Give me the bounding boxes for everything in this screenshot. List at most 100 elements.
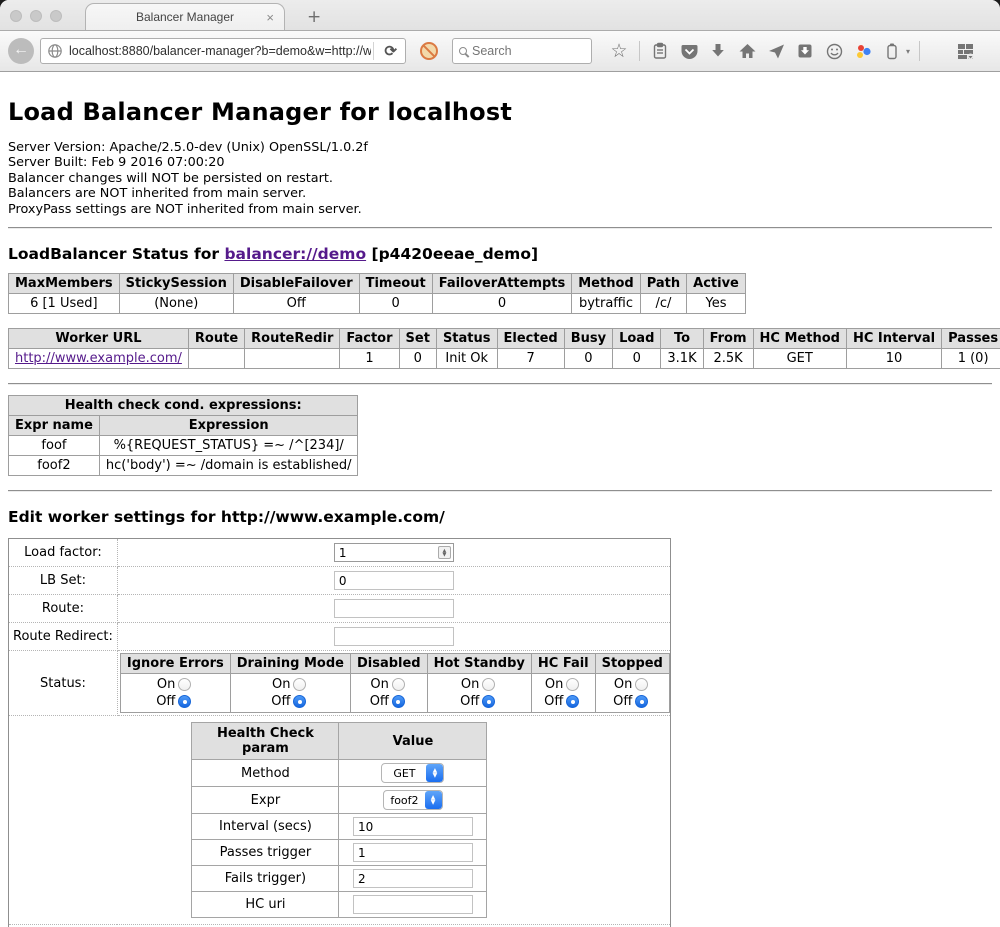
- persist-note-line: Balancer changes will NOT be persisted o…: [8, 171, 992, 186]
- new-tab-button[interactable]: +: [301, 7, 327, 30]
- bookmark-star-icon[interactable]: ☆: [608, 40, 630, 62]
- draining-mode-off-radio[interactable]: [293, 695, 306, 708]
- stopped-on-radio[interactable]: [635, 678, 648, 691]
- col-value: Value: [339, 723, 487, 760]
- browser-window: Balancer Manager × + ← ⟳ ☆: [0, 0, 1000, 927]
- divider: [8, 383, 992, 385]
- pocket-icon[interactable]: [678, 40, 700, 62]
- interval-input[interactable]: [353, 817, 473, 836]
- col-disablefailover: DisableFailover: [233, 274, 359, 294]
- url-input[interactable]: [69, 44, 371, 58]
- url-bar[interactable]: ⟳: [40, 38, 406, 64]
- page-content: Load Balancer Manager for localhost Serv…: [0, 72, 1000, 927]
- health-check-param-table: Health Check param Value Method GET ▲▼: [191, 722, 487, 918]
- col-method: Method: [572, 274, 640, 294]
- tab-title: Balancer Manager: [136, 10, 234, 24]
- ignore-errors-on-radio[interactable]: [178, 678, 191, 691]
- inherit-note-line: Balancers are NOT inherited from main se…: [8, 186, 992, 201]
- reload-button[interactable]: ⟳: [376, 42, 405, 60]
- form-row-route: Route:: [9, 595, 671, 623]
- search-bar[interactable]: [452, 38, 592, 64]
- worker-row: http://www.example.com/ 1 0 Init Ok 7 0 …: [9, 349, 1000, 369]
- minimize-window-button[interactable]: [30, 10, 42, 22]
- passes-trigger-label: Passes trigger: [192, 840, 339, 866]
- hc-fail-on-radio[interactable]: [566, 678, 579, 691]
- divider: [8, 227, 992, 229]
- hot-standby-on-radio[interactable]: [482, 678, 495, 691]
- select-arrows-icon: ▲▼: [426, 764, 443, 782]
- close-window-button[interactable]: [10, 10, 22, 22]
- route-input[interactable]: [334, 599, 454, 618]
- downloads-icon[interactable]: [707, 40, 729, 62]
- route-redirect-input[interactable]: [334, 627, 454, 646]
- tab-balancer-manager[interactable]: Balancer Manager ×: [85, 3, 285, 30]
- passes-trigger-input[interactable]: [353, 843, 473, 862]
- expr-row: foof2 hc('body') =~ /domain is establish…: [9, 456, 358, 476]
- home-icon[interactable]: [736, 40, 758, 62]
- hc-expressions-table: Health check cond. expressions: Expr nam…: [8, 395, 358, 476]
- toolbar-icons: ☆: [608, 40, 976, 62]
- send-icon[interactable]: [765, 40, 787, 62]
- method-select[interactable]: GET ▲▼: [381, 763, 444, 783]
- balancer-demo-link[interactable]: balancer://demo: [224, 245, 366, 263]
- chevron-down-icon[interactable]: ▾: [906, 47, 910, 56]
- colored-dots-extension-icon[interactable]: [852, 40, 874, 62]
- balancer-status-table: MaxMembers StickySession DisableFailover…: [8, 273, 746, 314]
- load-factor-label: Load factor:: [9, 539, 118, 567]
- content-blocked-icon[interactable]: [420, 42, 438, 60]
- edit-worker-form: Load factor: ▲▼ LB Set: Route: Route Red…: [8, 538, 671, 927]
- balancer-status-heading: LoadBalancer Status for balancer://demo …: [8, 245, 992, 263]
- col-ignore-errors: Ignore Errors: [120, 654, 230, 674]
- search-input[interactable]: [472, 44, 572, 58]
- col-maxmembers: MaxMembers: [9, 274, 120, 294]
- form-row-load-factor: Load factor: ▲▼: [9, 539, 671, 567]
- col-draining-mode: Draining Mode: [230, 654, 350, 674]
- tab-close-icon[interactable]: ×: [266, 10, 274, 25]
- menu-icon[interactable]: [929, 40, 947, 62]
- search-icon: [459, 47, 467, 55]
- col-active: Active: [687, 274, 746, 294]
- method-label: Method: [192, 760, 339, 787]
- col-hot-standby: Hot Standby: [427, 654, 531, 674]
- back-button[interactable]: ←: [8, 38, 34, 64]
- draining-mode-on-radio[interactable]: [293, 678, 306, 691]
- select-arrows-icon: ▲▼: [425, 791, 442, 809]
- fails-trigger-input[interactable]: [353, 869, 473, 888]
- feedback-smiley-icon[interactable]: [823, 40, 845, 62]
- lb-set-input[interactable]: [334, 571, 454, 590]
- tab-bar: Balancer Manager × +: [0, 0, 1000, 31]
- globe-icon: [47, 43, 63, 59]
- server-version-line: Server Version: Apache/2.5.0-dev (Unix) …: [8, 140, 992, 155]
- stopped-off-radio[interactable]: [635, 695, 648, 708]
- col-disabled: Disabled: [350, 654, 427, 674]
- battery-icon[interactable]: [881, 40, 903, 62]
- expr-row: foof %{REQUEST_STATUS} =~ /^[234]/: [9, 436, 358, 456]
- status-table: Ignore Errors Draining Mode Disabled Hot…: [120, 653, 670, 713]
- status-label: Status:: [9, 651, 118, 716]
- form-row-hc-params: Health Check param Value Method GET ▲▼: [9, 716, 671, 925]
- col-hc-param: Health Check param: [192, 723, 339, 760]
- zoom-window-button[interactable]: [50, 10, 62, 22]
- ignore-errors-off-radio[interactable]: [178, 695, 191, 708]
- form-row-route-redirect: Route Redirect:: [9, 623, 671, 651]
- heading-suffix: [p4420eeae_demo]: [372, 245, 539, 263]
- window-controls: [10, 10, 62, 22]
- hc-uri-input[interactable]: [353, 895, 473, 914]
- expr-label: Expr: [192, 787, 339, 814]
- disabled-on-radio[interactable]: [392, 678, 405, 691]
- toolbar-divider-2: [919, 41, 920, 61]
- divider: [8, 490, 992, 492]
- save-to-device-icon[interactable]: [794, 40, 816, 62]
- number-stepper[interactable]: ▲▼: [438, 546, 451, 559]
- disabled-off-radio[interactable]: [392, 695, 405, 708]
- hc-fail-off-radio[interactable]: [566, 695, 579, 708]
- reading-list-icon[interactable]: [649, 40, 671, 62]
- expr-select[interactable]: foof2 ▲▼: [383, 790, 442, 810]
- worker-table: Worker URL Route RouteRedir Factor Set S…: [8, 328, 1000, 369]
- fails-trigger-label: Fails trigger): [192, 866, 339, 892]
- tab-groups-icon[interactable]: [954, 40, 976, 62]
- hot-standby-off-radio[interactable]: [482, 695, 495, 708]
- worker-url-link[interactable]: http://www.example.com/: [15, 351, 182, 366]
- heading-prefix: LoadBalancer Status for: [8, 245, 219, 263]
- load-factor-input[interactable]: [334, 543, 454, 562]
